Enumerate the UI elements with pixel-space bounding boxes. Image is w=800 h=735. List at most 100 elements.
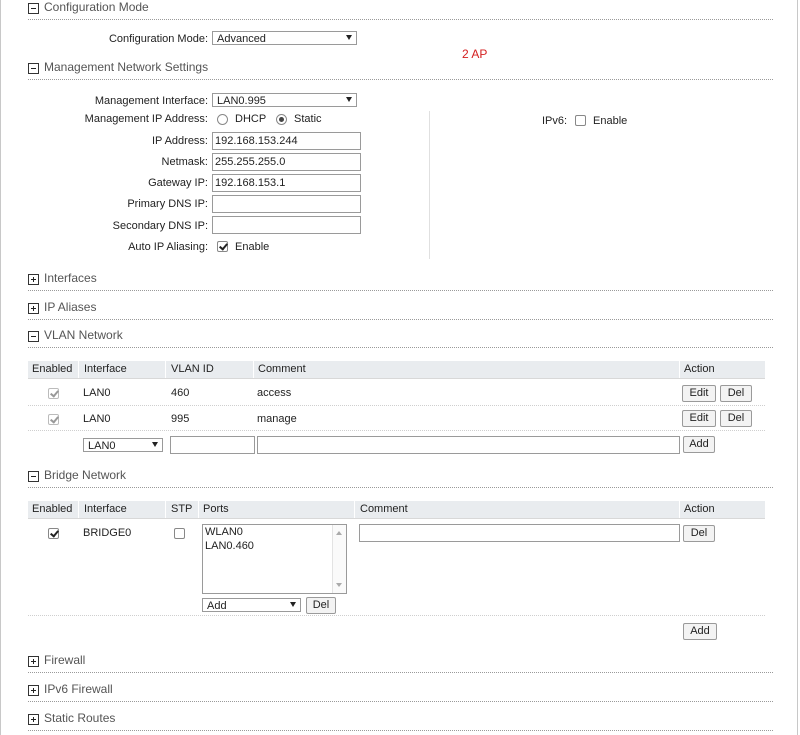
column-separator	[354, 501, 355, 518]
ipv6-checkbox[interactable]	[575, 115, 586, 126]
section-title: Management Network Settings	[44, 60, 209, 74]
expand-icon[interactable]	[28, 274, 39, 285]
bridge-add-button[interactable]: Add	[683, 623, 717, 640]
column-header: Action	[684, 363, 715, 375]
section-management-network[interactable]: Management Network Settings	[28, 60, 773, 80]
vlan-row-1-delete-button[interactable]: Del	[720, 385, 752, 402]
management-interface-select[interactable]: LAN0.995	[212, 93, 357, 107]
column-header: VLAN ID	[171, 363, 214, 375]
bridge-port-select[interactable]: Add	[202, 598, 301, 612]
vlan-row-2-vlan-id: 995	[171, 413, 190, 425]
row-divider	[28, 430, 765, 432]
section-title: VLAN Network	[44, 328, 123, 342]
column-separator	[78, 501, 79, 518]
column-separator	[78, 361, 79, 378]
listbox-scrollbar[interactable]	[332, 525, 346, 593]
new-vlan-interface-select[interactable]: LAN0	[83, 438, 163, 452]
section-title: Interfaces	[44, 271, 97, 285]
static-radio[interactable]	[276, 114, 287, 125]
scroll-down-icon[interactable]	[336, 583, 342, 587]
bridge-delete-button[interactable]: Del	[683, 525, 715, 542]
section-title: Bridge Network	[44, 468, 127, 482]
column-separator	[198, 501, 199, 518]
netmask-input[interactable]: 255.255.255.0	[212, 153, 361, 171]
column-separator	[679, 361, 680, 378]
vlan-row-2-comment: manage	[257, 413, 297, 425]
vlan-row-1-comment: access	[257, 387, 292, 399]
ipv6-label: IPv6:	[542, 115, 568, 127]
column-header: Enabled	[32, 503, 73, 515]
collapse-icon[interactable]	[28, 3, 39, 14]
column-header: Comment	[360, 503, 408, 515]
scroll-up-icon[interactable]	[336, 531, 342, 535]
column-header: Action	[684, 503, 715, 515]
vlan-row-2-enabled-checkbox[interactable]	[48, 414, 59, 425]
column-header: Ports	[203, 503, 229, 515]
dhcp-label: DHCP	[235, 113, 267, 125]
section-title: IPv6 Firewall	[44, 682, 113, 696]
primary-dns-label: Primary DNS IP:	[127, 198, 208, 210]
bridge-comment-input[interactable]	[359, 524, 680, 542]
port-item[interactable]: WLAN0	[205, 526, 243, 538]
bridge-enabled-checkbox[interactable]	[48, 528, 59, 539]
vlan-add-button[interactable]: Add	[683, 436, 715, 453]
dhcp-radio[interactable]	[217, 114, 228, 125]
bridge-port-delete-button[interactable]: Del	[306, 597, 336, 614]
auto-ip-aliasing-checkbox[interactable]	[217, 241, 228, 252]
ipv6-enable-label: Enable	[593, 115, 628, 127]
gateway-ip-label: Gateway IP:	[148, 177, 208, 189]
netmask-value: 255.255.255.0	[215, 156, 286, 168]
configuration-mode-label: Configuration Mode:	[108, 33, 208, 45]
collapse-icon[interactable]	[28, 471, 39, 482]
row-divider	[28, 615, 765, 617]
vlan-table-header: Enabled Interface VLAN ID Comment Action	[28, 361, 765, 379]
expand-icon[interactable]	[28, 656, 39, 667]
column-separator	[679, 501, 680, 518]
new-vlan-comment-input[interactable]	[257, 436, 680, 454]
secondary-dns-label: Secondary DNS IP:	[112, 220, 208, 232]
vlan-row-1-enabled-checkbox[interactable]	[48, 388, 59, 399]
management-interface-value: LAN0.995	[217, 95, 266, 107]
column-separator	[165, 501, 166, 518]
vlan-row-1-edit-button[interactable]: Edit	[682, 385, 716, 402]
new-vlan-interface-value: LAN0	[88, 440, 116, 452]
bridge-table-header: Enabled Interface STP Ports Comment Acti…	[28, 501, 765, 519]
collapse-icon[interactable]	[28, 331, 39, 342]
management-ip-mode-label: Management IP Address:	[84, 113, 208, 125]
vlan-row-2-edit-button[interactable]: Edit	[682, 410, 716, 427]
collapse-icon[interactable]	[28, 63, 39, 74]
configuration-mode-value: Advanced	[217, 33, 266, 45]
expand-icon[interactable]	[28, 685, 39, 696]
vlan-row-1-interface: LAN0	[83, 387, 111, 399]
primary-dns-input[interactable]	[212, 195, 361, 213]
section-title: Firewall	[44, 653, 86, 667]
bridge-ports-listbox[interactable]: WLAN0 LAN0.460	[202, 524, 347, 594]
expand-icon[interactable]	[28, 303, 39, 314]
chevron-down-icon	[346, 35, 352, 40]
vlan-row-2-delete-button[interactable]: Del	[720, 410, 752, 427]
ip-address-input[interactable]: 192.168.153.244	[212, 132, 361, 150]
section-bridge-network[interactable]: Bridge Network	[28, 468, 773, 488]
ip-address-value: 192.168.153.244	[215, 135, 298, 147]
section-ip-aliases[interactable]: IP Aliases	[28, 300, 773, 320]
section-vlan-network[interactable]: VLAN Network	[28, 328, 773, 348]
section-configuration-mode[interactable]: Configuration Mode	[28, 0, 773, 20]
vlan-row-1-vlan-id: 460	[171, 387, 190, 399]
section-title: Configuration Mode	[44, 0, 149, 14]
configuration-mode-select[interactable]: Advanced	[212, 31, 357, 45]
section-ipv6-firewall[interactable]: IPv6 Firewall	[28, 682, 773, 702]
chevron-down-icon	[152, 442, 158, 447]
new-vlan-id-input[interactable]	[170, 436, 255, 454]
chevron-down-icon	[346, 97, 352, 102]
bridge-stp-checkbox[interactable]	[174, 528, 185, 539]
section-static-routes[interactable]: Static Routes	[28, 711, 773, 731]
expand-icon[interactable]	[28, 714, 39, 725]
section-interfaces[interactable]: Interfaces	[28, 271, 773, 291]
gateway-ip-value: 192.168.153.1	[215, 177, 286, 189]
section-firewall[interactable]: Firewall	[28, 653, 773, 673]
port-item[interactable]: LAN0.460	[205, 540, 254, 552]
static-label: Static	[294, 113, 322, 125]
column-header: Enabled	[32, 363, 73, 375]
gateway-ip-input[interactable]: 192.168.153.1	[212, 174, 361, 192]
secondary-dns-input[interactable]	[212, 216, 361, 234]
